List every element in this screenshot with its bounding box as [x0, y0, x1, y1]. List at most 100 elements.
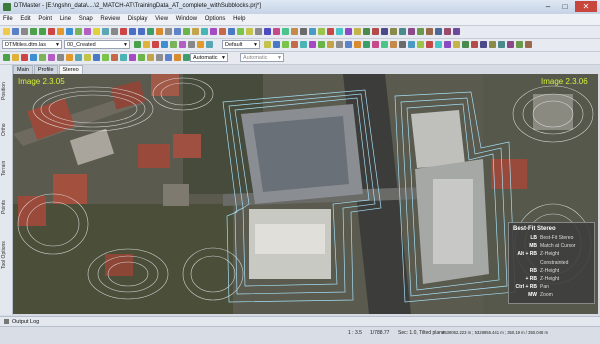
ok-icon[interactable] [516, 41, 523, 48]
star-icon[interactable] [12, 54, 19, 61]
lock-icon[interactable] [143, 41, 150, 48]
layer-icon[interactable] [210, 28, 217, 35]
close-tool-icon[interactable] [120, 28, 127, 35]
open-icon[interactable] [3, 28, 10, 35]
contour-icon[interactable] [192, 28, 199, 35]
class-icon[interactable] [170, 41, 177, 48]
vegetation-icon[interactable] [147, 54, 154, 61]
bridge-icon[interactable] [174, 54, 181, 61]
tab-position[interactable]: Position [1, 71, 11, 111]
stop-icon[interactable] [327, 28, 334, 35]
plane-icon[interactable] [102, 54, 109, 61]
split-icon[interactable] [309, 41, 316, 48]
expand-icon[interactable] [4, 319, 9, 325]
menu-file[interactable]: File [0, 14, 16, 25]
settings-icon[interactable] [237, 28, 244, 35]
zoom-in-icon[interactable] [129, 28, 136, 35]
valley-icon[interactable] [75, 54, 82, 61]
ortho-icon[interactable] [201, 28, 208, 35]
ground-icon[interactable] [138, 54, 145, 61]
menu-point[interactable]: Point [35, 14, 55, 25]
flag-icon[interactable] [372, 41, 379, 48]
menu-line[interactable]: Line [57, 14, 74, 25]
next-icon[interactable] [435, 28, 442, 35]
draw-icon[interactable] [273, 41, 280, 48]
contrast-icon[interactable] [462, 41, 469, 48]
profile-icon[interactable] [156, 28, 163, 35]
crest-icon[interactable] [84, 54, 91, 61]
building-icon[interactable] [372, 28, 379, 35]
menu-window[interactable]: Window [173, 14, 200, 25]
snap-icon[interactable] [93, 28, 100, 35]
break-icon[interactable] [291, 28, 298, 35]
reject-icon[interactable] [426, 28, 433, 35]
hull-icon[interactable] [111, 54, 118, 61]
delete-icon[interactable] [48, 28, 55, 35]
style-combo[interactable]: Default ▼ [222, 40, 260, 49]
toolbar-buttons-2b[interactable] [264, 41, 534, 49]
tin-icon[interactable] [183, 28, 190, 35]
filter-layer-icon[interactable] [206, 41, 213, 48]
menu-edit[interactable]: Edit [17, 14, 33, 25]
minimize-button[interactable]: – [540, 1, 556, 12]
select-icon[interactable] [179, 41, 186, 48]
pan-icon[interactable] [147, 28, 154, 35]
erase-icon[interactable] [21, 54, 28, 61]
print-icon[interactable] [21, 28, 28, 35]
measure-area-icon[interactable] [381, 41, 388, 48]
grid-icon[interactable] [111, 28, 118, 35]
zoom-out-icon[interactable] [138, 28, 145, 35]
check-icon[interactable] [219, 28, 226, 35]
info-icon[interactable] [228, 28, 235, 35]
light-icon[interactable] [354, 28, 361, 35]
break-line-icon[interactable] [48, 54, 55, 61]
color-icon[interactable] [246, 28, 253, 35]
tab-ortho[interactable]: Ortho [1, 115, 11, 145]
smooth-icon[interactable] [399, 28, 406, 35]
filter-icon[interactable] [102, 28, 109, 35]
right-image-icon[interactable] [417, 41, 424, 48]
no-icon[interactable] [525, 41, 532, 48]
sync-icon[interactable] [399, 41, 406, 48]
redo-icon[interactable] [39, 28, 46, 35]
edit-icon[interactable] [381, 28, 388, 35]
anaglyph-icon[interactable] [444, 41, 451, 48]
vertex-icon[interactable] [300, 41, 307, 48]
symbol-icon[interactable] [197, 41, 204, 48]
view-icon[interactable] [336, 28, 343, 35]
remove-layer-icon[interactable] [152, 41, 159, 48]
noise-icon[interactable] [156, 54, 163, 61]
color-layer-icon[interactable] [264, 41, 271, 48]
refresh-icon[interactable] [165, 28, 172, 35]
options-icon[interactable] [453, 28, 460, 35]
line-tool-icon[interactable] [66, 28, 73, 35]
fill-icon[interactable] [282, 41, 289, 48]
previous-icon[interactable] [444, 28, 451, 35]
last-icon[interactable] [507, 41, 514, 48]
menu-view[interactable]: View [152, 14, 171, 25]
marker-icon[interactable] [273, 28, 280, 35]
classify-icon[interactable] [129, 54, 136, 61]
save-icon[interactable] [12, 28, 19, 35]
value-combo[interactable]: Automatic ▼ [240, 53, 284, 62]
play-icon[interactable] [480, 41, 487, 48]
record-icon[interactable] [471, 41, 478, 48]
density-icon[interactable] [120, 54, 127, 61]
left-image-icon[interactable] [408, 41, 415, 48]
menu-help[interactable]: Help [230, 14, 248, 25]
tools-icon[interactable] [300, 28, 307, 35]
forest-icon[interactable] [183, 54, 190, 61]
menu-review[interactable]: Review [97, 14, 123, 25]
window-icon[interactable] [255, 28, 262, 35]
point-tool-icon[interactable] [57, 28, 64, 35]
undo-icon[interactable] [30, 28, 37, 35]
toolbar-buttons-1[interactable] [3, 28, 462, 36]
layer-combo[interactable]: 00_Created ▼ [64, 40, 130, 49]
menu-options[interactable]: Options [202, 14, 229, 25]
file-combo[interactable]: DTMtiles.dtm.las ▼ [2, 40, 62, 49]
measure-icon[interactable] [84, 28, 91, 35]
first-icon[interactable] [498, 41, 505, 48]
hide-icon[interactable] [188, 41, 195, 48]
maximize-button[interactable]: □ [557, 1, 573, 12]
tree-icon[interactable] [363, 28, 370, 35]
